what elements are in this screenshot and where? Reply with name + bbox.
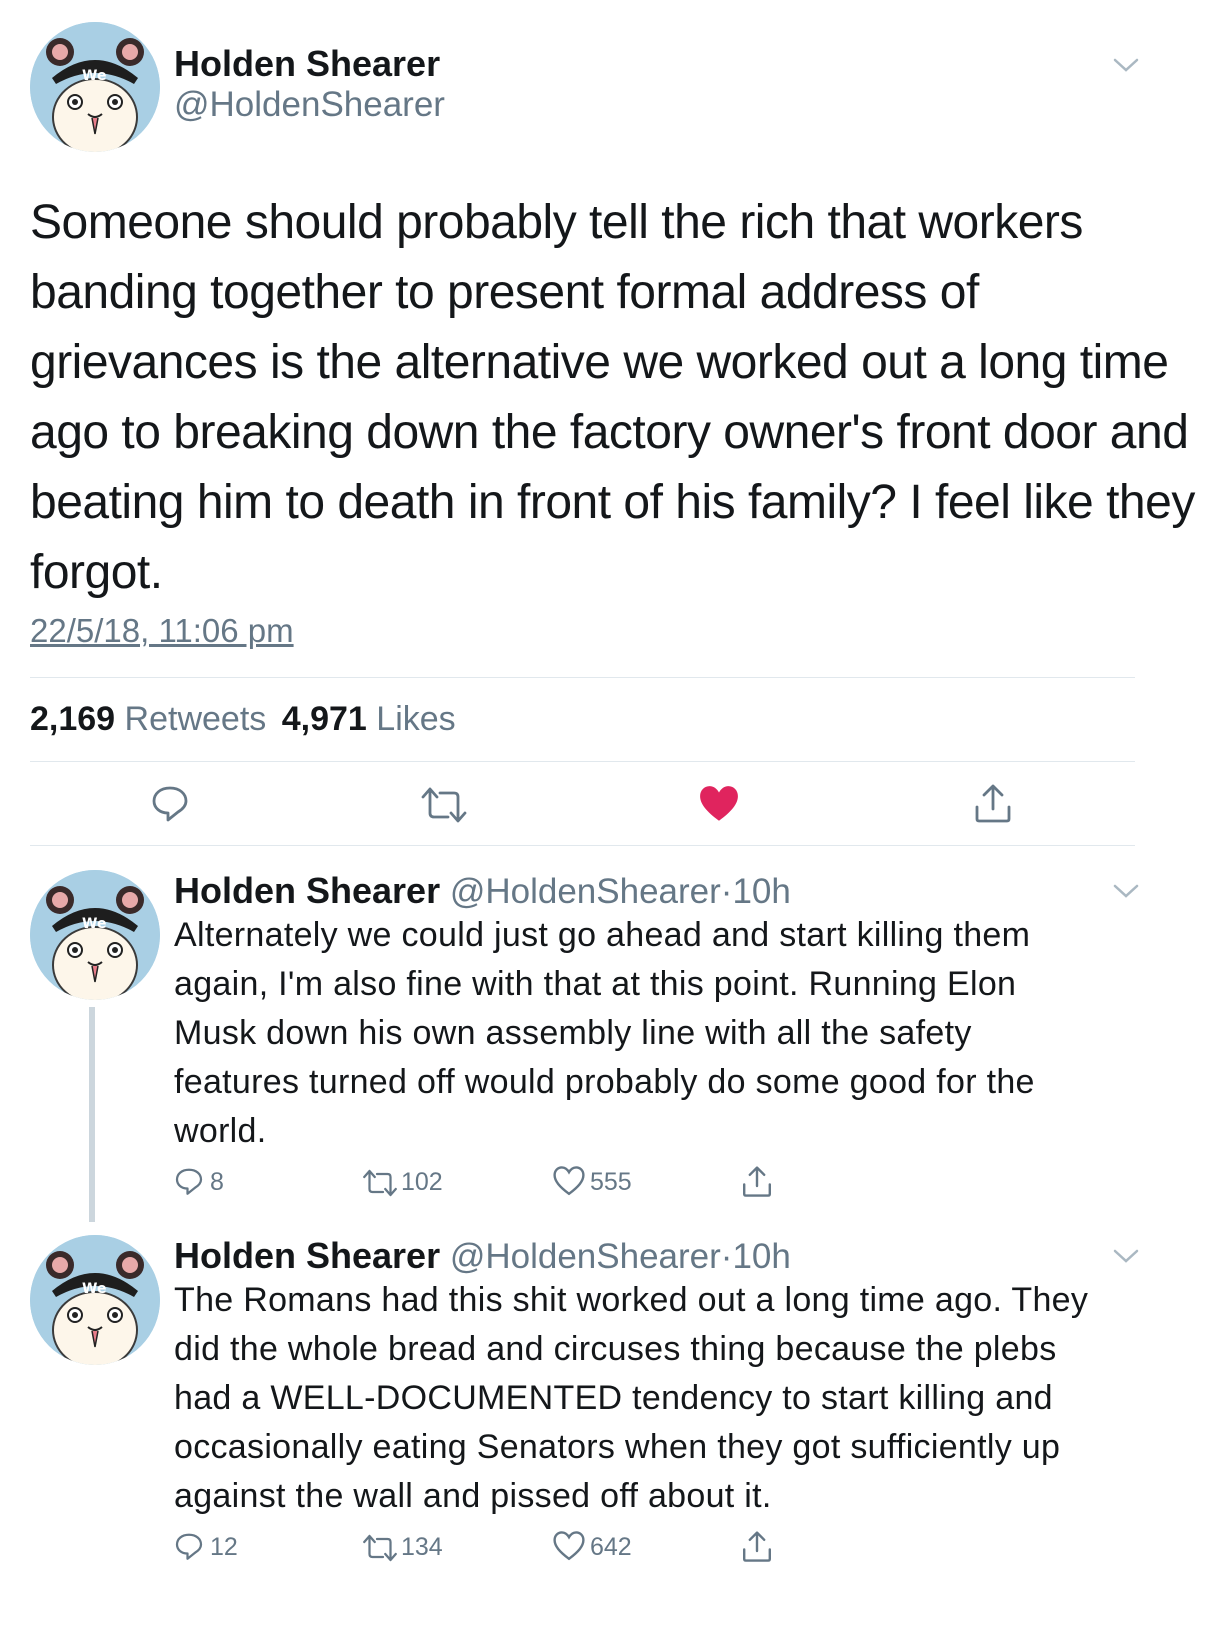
reply-icon[interactable] (174, 1166, 204, 1196)
reply-text-line: Musk down his own assembly line with all… (174, 1014, 972, 1052)
reply-time[interactable]: 10h (732, 872, 790, 911)
avatar[interactable]: We (30, 1235, 160, 1365)
reply-text-line: features turned off would probably do so… (174, 1063, 1035, 1101)
hamster-avatar-image: We (30, 22, 160, 152)
author-handle[interactable]: @HoldenShearer (450, 872, 721, 911)
tweet-text-line: forgot. (30, 546, 163, 599)
hamster-avatar-image: We (30, 1235, 160, 1365)
reply-text-line: had a WELL-DOCUMENTED tendency to start … (174, 1379, 1053, 1417)
retweet-icon[interactable] (362, 1168, 398, 1198)
retweet-icon[interactable] (362, 1533, 398, 1563)
separator-dot: · (720, 1237, 733, 1276)
likes-count: 4,971 (281, 700, 367, 738)
chevron-down-icon[interactable] (1112, 1247, 1140, 1265)
share-icon[interactable] (973, 783, 1013, 825)
reply-icon[interactable] (150, 783, 190, 823)
divider (30, 677, 1135, 678)
avatar[interactable]: We (30, 22, 160, 152)
reply-text-line: did the whole bread and circuses thing b… (174, 1330, 1057, 1368)
author-handle[interactable]: @HoldenShearer (174, 85, 445, 125)
retweets-count: 2,169 (30, 700, 116, 738)
reply-count: 8 (210, 1168, 224, 1196)
reply-text: Alternately we could just go ahead and s… (174, 911, 1184, 1156)
retweet-count: 102 (401, 1168, 443, 1196)
tweet-text-line: Someone should probably tell the rich th… (30, 196, 1083, 249)
share-icon[interactable] (741, 1530, 773, 1564)
heart-icon[interactable] (553, 1165, 585, 1197)
share-icon[interactable] (741, 1165, 773, 1199)
tweet-text-line: grievances is the alternative we worked … (30, 336, 1169, 389)
reply-count: 12 (210, 1533, 238, 1561)
svg-text:We: We (82, 68, 106, 84)
reply-header: Holden Shearer @HoldenShearer·10h (174, 870, 791, 912)
retweet-count: 134 (401, 1533, 443, 1561)
likes-stat[interactable]: 4,971 Likes (282, 700, 456, 738)
like-count: 555 (590, 1168, 632, 1196)
reply-icon[interactable] (174, 1531, 204, 1561)
retweets-label: Retweets (124, 700, 267, 738)
heart-icon[interactable] (553, 1530, 585, 1562)
author-handle[interactable]: @HoldenShearer (450, 1237, 721, 1276)
avatar[interactable]: We (30, 870, 160, 1000)
hamster-avatar-image: We (30, 870, 160, 1000)
reply-text-line: again, I'm also fine with that at this p… (174, 965, 1017, 1003)
reply-text-line: Alternately we could just go ahead and s… (174, 916, 1031, 954)
reply-text-line: occasionally eating Senators when they g… (174, 1428, 1061, 1466)
reply-text-line: world. (174, 1112, 267, 1150)
retweet-icon[interactable] (420, 785, 468, 825)
svg-text:We: We (82, 1281, 106, 1297)
thread-line (89, 1007, 95, 1222)
retweets-stat[interactable]: 2,169 Retweets (30, 700, 276, 738)
separator-dot: · (720, 872, 733, 911)
reply-text-line: The Romans had this shit worked out a lo… (174, 1281, 1089, 1319)
chevron-down-icon[interactable] (1112, 56, 1140, 74)
divider (30, 761, 1135, 762)
like-count: 642 (590, 1533, 632, 1561)
divider (30, 845, 1135, 846)
reply-text-line: against the wall and pissed off about it… (174, 1477, 772, 1515)
chevron-down-icon[interactable] (1112, 882, 1140, 900)
tweet-text: Someone should probably tell the rich th… (30, 188, 1210, 608)
tweet-text-line: ago to breaking down the factory owner's… (30, 406, 1189, 459)
tweet-text-line: beating him to death in front of his fam… (30, 476, 1195, 529)
author-name[interactable]: Holden Shearer (174, 1235, 440, 1276)
heart-icon[interactable] (698, 783, 740, 825)
tweet-timestamp[interactable]: 22/5/18, 11:06 pm (30, 612, 294, 650)
author-name[interactable]: Holden Shearer (174, 43, 440, 85)
svg-text:We: We (82, 916, 106, 932)
reply-time[interactable]: 10h (732, 1237, 790, 1276)
author-name[interactable]: Holden Shearer (174, 870, 440, 911)
likes-label: Likes (376, 700, 456, 738)
reply-header: Holden Shearer @HoldenShearer·10h (174, 1235, 791, 1277)
reply-text: The Romans had this shit worked out a lo… (174, 1276, 1184, 1521)
engagement-stats: 2,169 Retweets 4,971 Likes (30, 700, 456, 739)
tweet-text-line: banding together to present formal addre… (30, 266, 979, 319)
